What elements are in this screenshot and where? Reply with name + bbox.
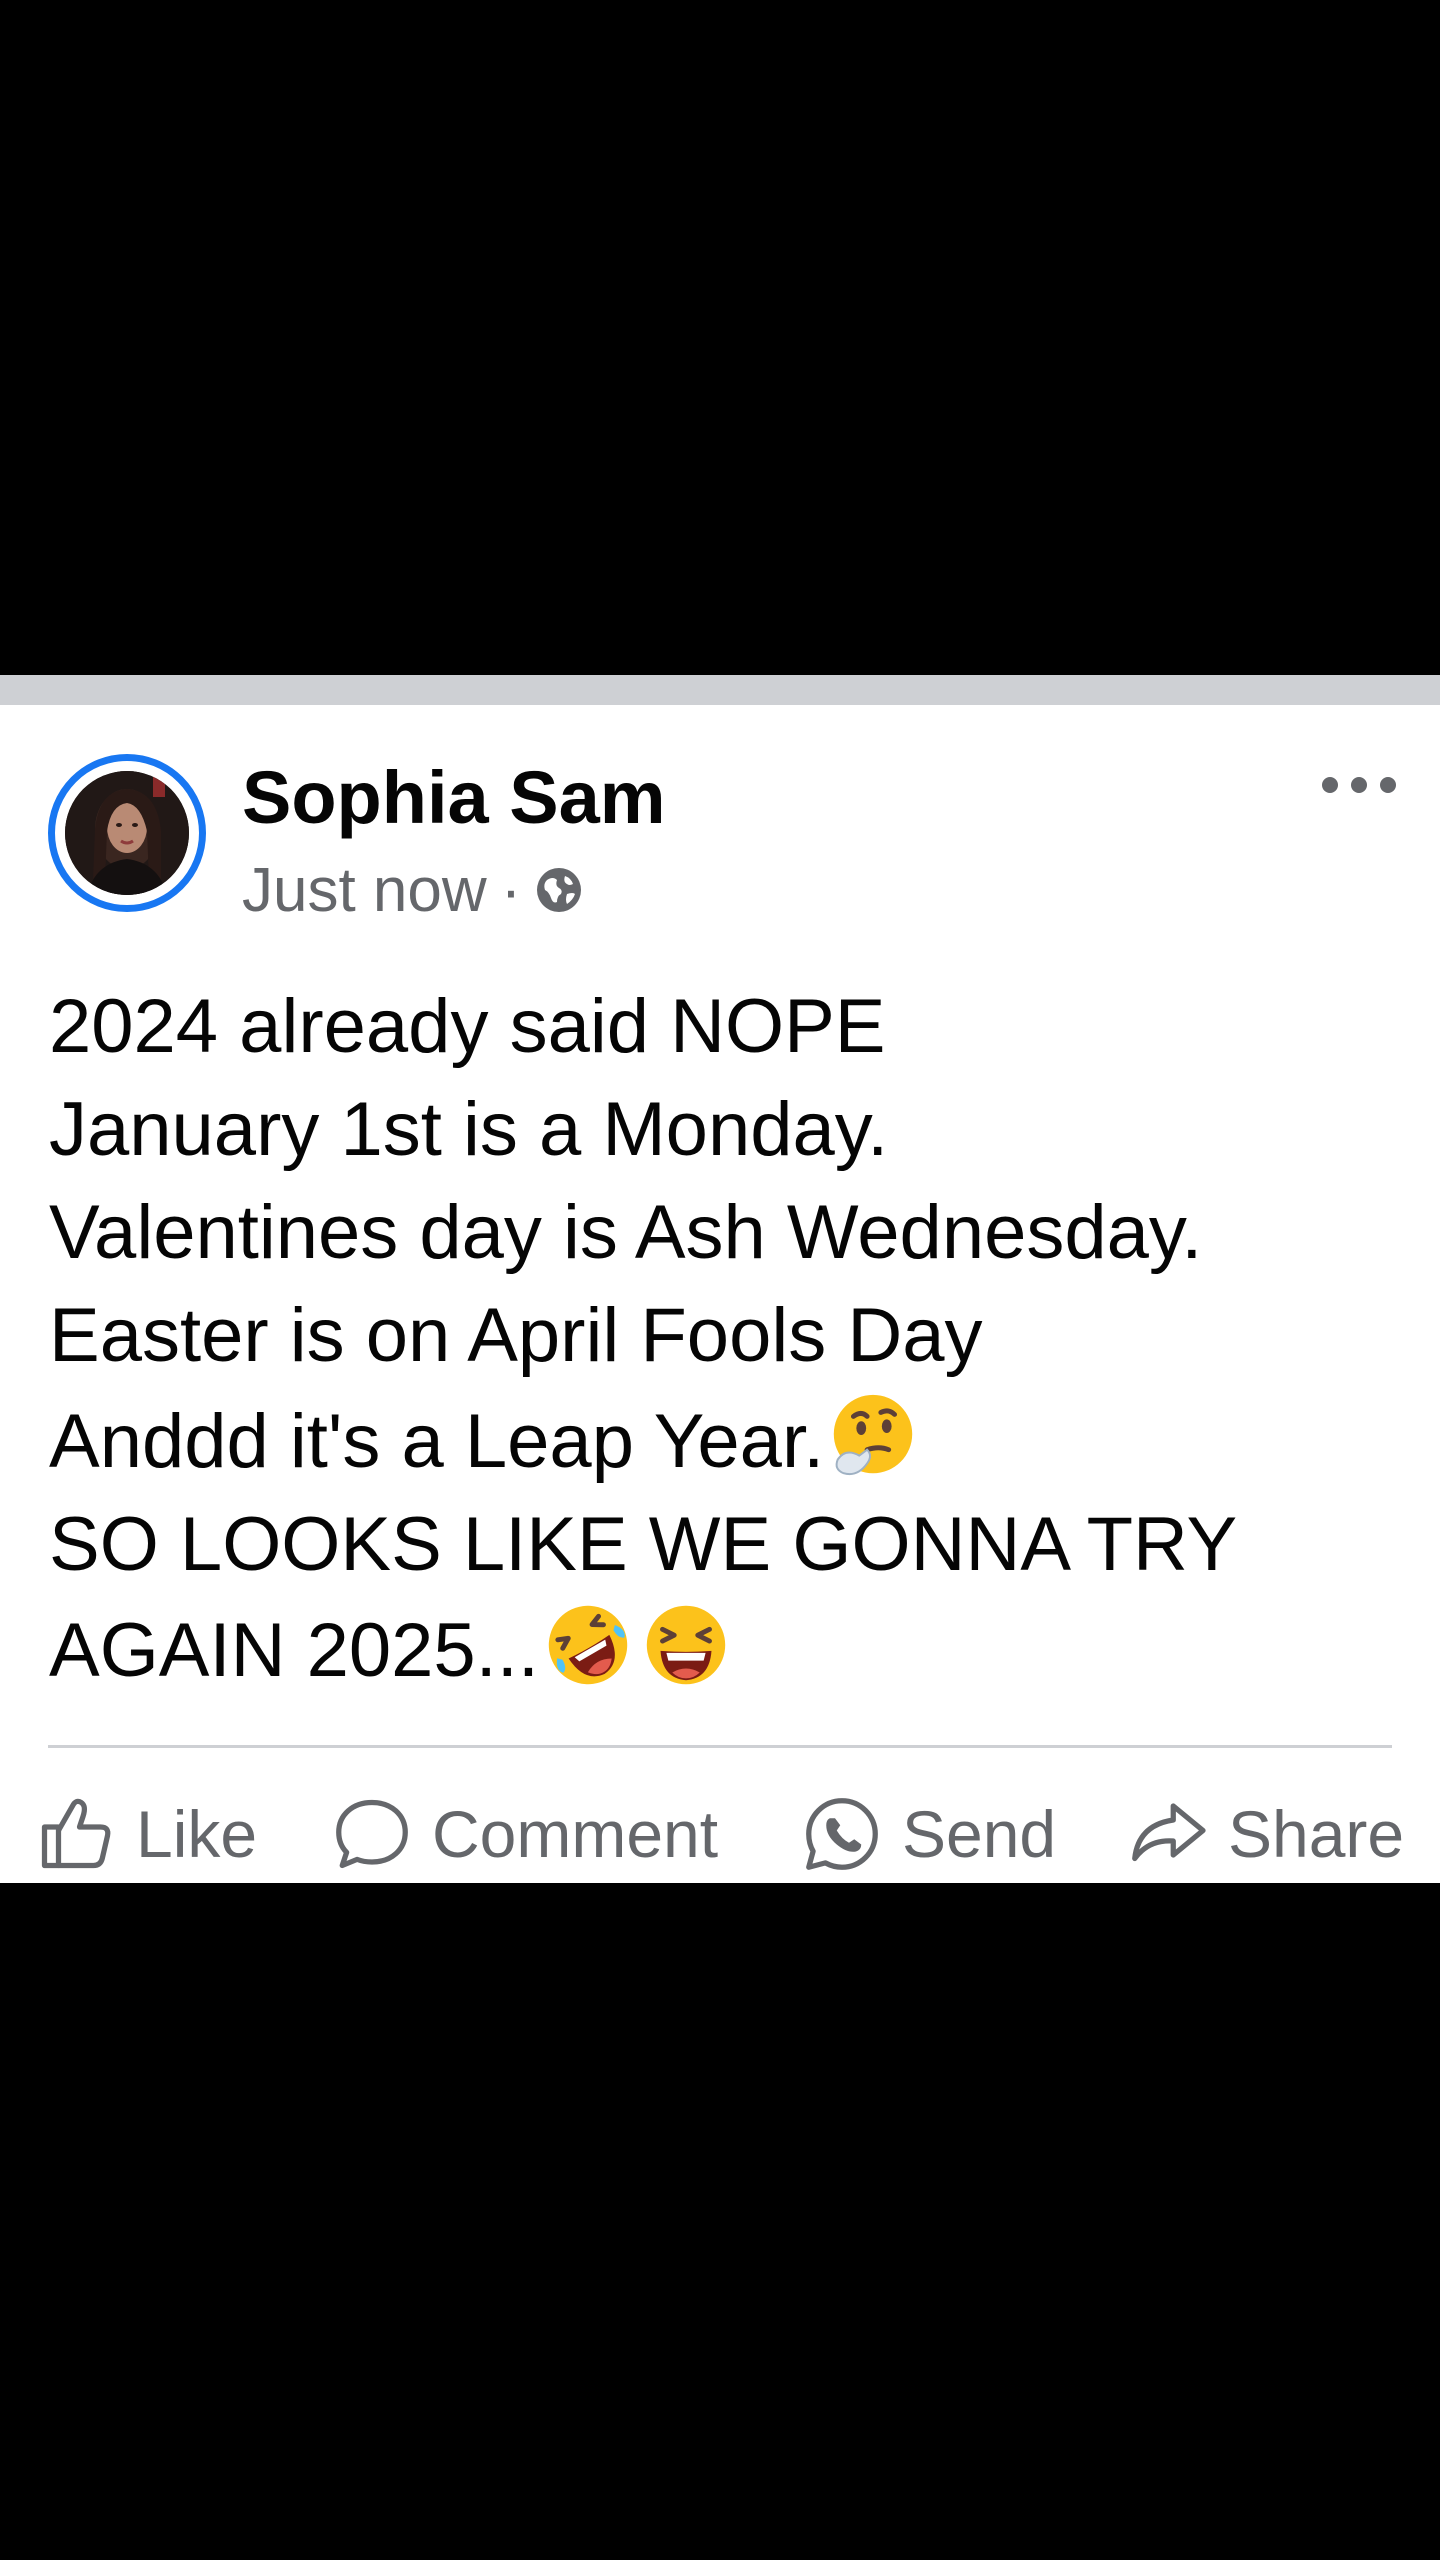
share-arrow-icon (1132, 1803, 1206, 1862)
post-meta: Just now · (242, 855, 583, 925)
post-line: Easter is on April Fools Day (49, 1293, 983, 1378)
avatar-story-ring[interactable] (48, 754, 206, 912)
thumbs-up-icon (41, 1798, 111, 1869)
author-name[interactable]: Sophia Sam (242, 757, 666, 839)
avatar-photo (65, 771, 189, 895)
post-line-with-emoji: AGAIN 2025... (49, 1596, 1409, 1702)
post-timestamp[interactable]: Just now (242, 855, 487, 926)
whatsapp-icon (806, 1798, 878, 1870)
send-label: Send (902, 1797, 1057, 1871)
send-button[interactable]: Send (800, 1785, 1056, 1883)
screen: Sophia Sam Just now · 2024 already said … (0, 0, 1440, 2560)
post-line: January 1st is a Monday. (49, 1087, 889, 1172)
post-text: 2024 already said NOPE January 1st is a … (49, 975, 1409, 1702)
grinning-squinting-face-emoji (646, 1605, 726, 1685)
share-button[interactable]: Share (1126, 1785, 1404, 1883)
like-button[interactable]: Like (34, 1785, 257, 1883)
post-line: AGAIN 2025... (49, 1608, 540, 1693)
post-action-bar: Like Comment Send Share (0, 1785, 1440, 1883)
post-divider (48, 1745, 1392, 1748)
feed-divider (0, 675, 1440, 705)
comment-bubble-icon (336, 1799, 408, 1869)
post-line: 2024 already said NOPE (49, 984, 886, 1069)
more-options-button[interactable] (1322, 767, 1396, 803)
avatar[interactable] (65, 771, 189, 895)
share-label: Share (1228, 1797, 1405, 1871)
post-line: Anddd it's a Leap Year. (49, 1399, 825, 1484)
thinking-face-emoji (833, 1394, 913, 1476)
post-card: Sophia Sam Just now · 2024 already said … (0, 705, 1440, 1883)
post-line-with-emoji: Anddd it's a Leap Year. (49, 1387, 1409, 1493)
post-line: SO LOOKS LIKE WE GONNA TRY (49, 1502, 1238, 1587)
like-label: Like (136, 1797, 258, 1871)
globe-icon[interactable] (535, 866, 583, 914)
comment-button[interactable]: Comment (330, 1785, 718, 1883)
comment-label: Comment (432, 1797, 719, 1871)
post-line: Valentines day is Ash Wednesday. (49, 1190, 1203, 1275)
more-horizontal-icon (1322, 777, 1338, 793)
rolling-on-the-floor-laughing-emoji (548, 1605, 628, 1685)
meta-separator: · (500, 855, 522, 925)
